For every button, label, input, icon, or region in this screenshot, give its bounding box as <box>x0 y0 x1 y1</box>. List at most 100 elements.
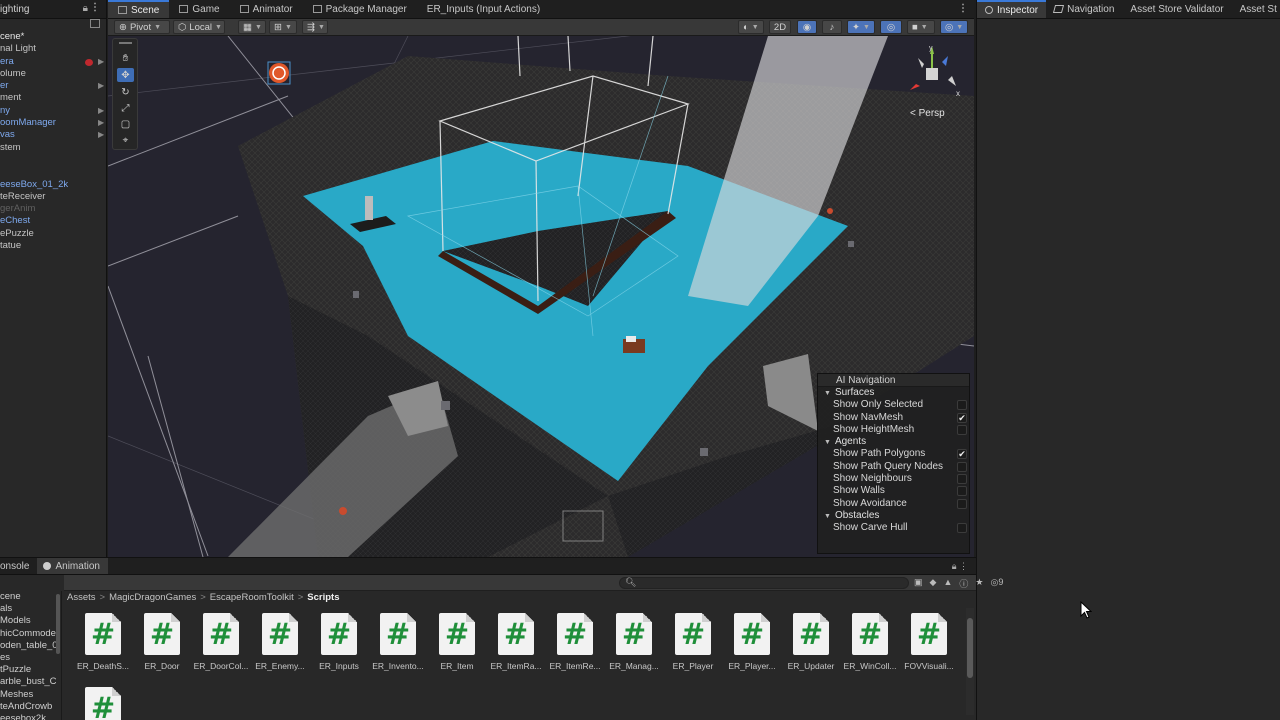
option-checkbox[interactable] <box>957 486 967 497</box>
script-asset[interactable]: # ER_Manag... <box>606 613 662 673</box>
increment-snap-button[interactable]: ⇶ ▼ <box>302 20 328 34</box>
2d-toggle[interactable]: 2D <box>769 20 791 34</box>
hierarchy-item[interactable]: olume <box>0 68 106 80</box>
hierarchy-item[interactable]: era ▶ <box>0 56 106 68</box>
hierarchy-item[interactable]: cene* <box>0 31 106 43</box>
tab-package-manager[interactable]: Package Manager <box>303 0 417 18</box>
tab-lighting[interactable]: ighting <box>0 4 29 15</box>
filter-label-icon[interactable]: ◆ <box>930 577 937 590</box>
transform-tool-icon[interactable]: ⌖ <box>117 133 134 147</box>
hierarchy-item[interactable]: vas ▶ <box>0 129 106 141</box>
ai-navigation-title[interactable]: AI Navigation <box>818 374 969 387</box>
hierarchy-item[interactable]: oomManager ▶ <box>0 117 106 129</box>
tab-asset-st[interactable]: Asset St <box>1232 0 1280 18</box>
hierarchy-item[interactable] <box>0 154 106 166</box>
tab-asset-store-validator[interactable]: Asset Store Validator <box>1122 0 1231 18</box>
project-search-input[interactable]: 🔍︎ <box>619 577 909 589</box>
audio-toggle[interactable]: ♪ <box>822 20 842 34</box>
favorite-star-icon[interactable]: ★ <box>975 577 983 590</box>
hierarchy-item[interactable]: stem <box>0 142 106 154</box>
scene-visibility-icon[interactable] <box>90 19 100 28</box>
hierarchy-item[interactable]: gerAnim <box>0 203 106 215</box>
hidden-objects-toggle[interactable]: ◎ <box>880 20 902 34</box>
script-asset[interactable]: # ER_Player <box>665 613 721 673</box>
orientation-gizmo-icon[interactable]: x y <box>902 44 964 104</box>
hierarchy-item[interactable]: er ▶ <box>0 80 106 92</box>
drag-handle[interactable] <box>119 42 132 44</box>
rect-tool-icon[interactable]: ▢ <box>117 117 134 131</box>
rotate-tool-icon[interactable]: ↻ <box>117 85 134 99</box>
option-checkbox[interactable]: ✔ <box>957 449 967 460</box>
camera-dropdown[interactable]: ■ ▼ <box>907 20 935 34</box>
hand-tool-icon[interactable]: ✋︎ <box>117 51 134 65</box>
breadcrumb-item[interactable]: EscapeRoomToolkit <box>210 592 294 603</box>
tab-onsole[interactable]: onsole <box>0 558 37 574</box>
folder-item[interactable]: oden_table_0 <box>0 640 61 652</box>
tab-game[interactable]: Game <box>169 0 229 18</box>
option-checkbox[interactable] <box>957 474 967 485</box>
chevron-right-icon[interactable]: ▶ <box>98 117 104 129</box>
breadcrumb-item[interactable]: MagicDragonGames <box>109 592 196 603</box>
tab-scene[interactable]: Scene <box>108 0 170 18</box>
folder-item[interactable]: cene <box>0 591 61 603</box>
script-asset[interactable]: # ER_ItemRa... <box>488 613 544 673</box>
hierarchy-item[interactable] <box>0 166 106 178</box>
filter-type-icon[interactable]: ▣ <box>914 577 923 590</box>
hierarchy-item[interactable]: tatue <box>0 240 106 252</box>
script-asset[interactable]: # ER_DoorCol... <box>193 613 249 673</box>
folder-item[interactable]: Models <box>0 615 61 627</box>
option-checkbox[interactable] <box>957 498 967 509</box>
folder-item[interactable]: es <box>0 652 61 664</box>
folder-scrollbar[interactable] <box>56 594 60 654</box>
hierarchy-item[interactable]: ePuzzle <box>0 228 106 240</box>
hidden-count-icon[interactable]: ◎9 <box>990 577 1003 590</box>
hierarchy-item[interactable]: ny ▶ <box>0 105 106 117</box>
draw-mode-dropdown[interactable]: ◐ ▼ <box>738 20 764 34</box>
script-asset[interactable]: # ER_Enemy... <box>252 613 308 673</box>
script-asset[interactable]: # <box>75 687 131 720</box>
lock-icon[interactable]: 🔒︎ <box>83 3 88 14</box>
hierarchy-item[interactable]: eChest <box>0 215 106 227</box>
option-checkbox[interactable] <box>957 424 967 435</box>
script-asset[interactable]: # ER_Door <box>134 613 190 673</box>
option-checkbox[interactable] <box>957 523 967 534</box>
option-checkbox[interactable] <box>957 400 967 411</box>
warning-icon[interactable]: ⓘ <box>959 577 968 590</box>
hierarchy-item[interactable]: nal Light <box>0 43 106 55</box>
option-checkbox[interactable]: ✔ <box>957 412 967 423</box>
script-asset[interactable]: # ER_ItemRe... <box>547 613 603 673</box>
tab-animator[interactable]: Animator <box>230 0 303 18</box>
folder-item[interactable]: eesebox2k <box>0 713 61 720</box>
hierarchy-item[interactable]: ment <box>0 92 106 104</box>
breadcrumb-item[interactable]: Assets <box>67 592 96 603</box>
chevron-right-icon[interactable]: ▶ <box>98 105 104 117</box>
chevron-right-icon[interactable]: ▶ <box>98 80 104 92</box>
script-asset[interactable]: # ER_Inputs <box>311 613 367 673</box>
asset-scrollbar[interactable] <box>966 608 974 715</box>
ai-navigation-section-obstacles[interactable]: ▼ Obstacles <box>818 510 969 522</box>
scrollbar-thumb[interactable] <box>967 618 973 678</box>
folder-item[interactable]: arble_bust_C <box>0 676 61 688</box>
folder-item[interactable]: als <box>0 603 61 615</box>
chevron-right-icon[interactable]: ▶ <box>98 129 104 141</box>
lighting-toggle[interactable]: ◉ <box>797 20 817 34</box>
more-options-icon[interactable]: ⋮ <box>90 2 100 13</box>
script-asset[interactable]: # ER_Updater <box>783 613 839 673</box>
ai-navigation-section-surfaces[interactable]: ▼ Surfaces <box>818 387 969 399</box>
tab-er-inputs-input-actions[interactable]: ER_Inputs (Input Actions) <box>417 0 550 18</box>
script-asset[interactable]: # ER_DeathS... <box>75 613 131 673</box>
scale-tool-icon[interactable]: ⤢ <box>117 101 134 115</box>
hierarchy-item[interactable]: teReceiver <box>0 191 106 203</box>
chevron-right-icon[interactable]: ▶ <box>98 56 104 68</box>
folder-item[interactable]: hicCommode <box>0 628 61 640</box>
tag-icon[interactable]: ▲ <box>943 577 952 590</box>
option-checkbox[interactable] <box>957 461 967 472</box>
script-asset[interactable]: # FOVVisuali... <box>901 613 957 673</box>
script-asset[interactable]: # ER_Item <box>429 613 485 673</box>
script-asset[interactable]: # ER_Player... <box>724 613 780 673</box>
folder-item[interactable]: teAndCrowb <box>0 701 61 713</box>
effects-dropdown[interactable]: ✦ ▼ <box>847 20 875 34</box>
local-dropdown[interactable]: ⬡ Local ▼ <box>173 20 225 34</box>
hierarchy-item[interactable]: eeseBox_01_2k <box>0 179 106 191</box>
tab-navigation[interactable]: Navigation <box>1046 0 1122 18</box>
